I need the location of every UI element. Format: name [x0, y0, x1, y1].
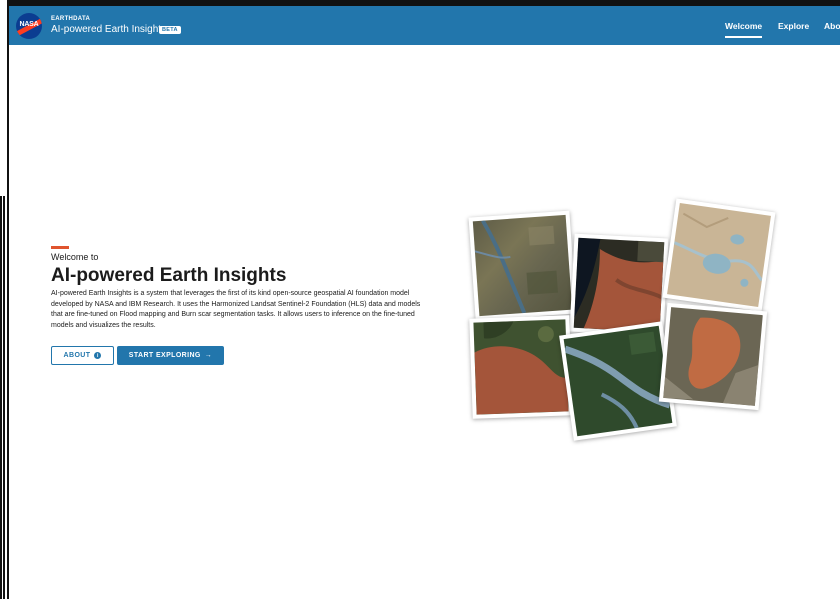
nav-welcome[interactable]: Welcome	[725, 21, 763, 38]
about-button-label: ABOUT	[63, 352, 91, 359]
nav-explore[interactable]: Explore	[778, 21, 809, 31]
beta-badge: BETA	[159, 26, 181, 34]
arrow-right-icon: →	[204, 352, 213, 359]
start-exploring-button[interactable]: START EXPLORING →	[117, 346, 224, 365]
app-title[interactable]: AI-powered Earth Insights	[51, 24, 166, 35]
hero-description: AI-powered Earth Insights is a system th…	[51, 290, 421, 329]
window-frame-edge	[0, 196, 2, 599]
info-icon: i	[94, 352, 102, 359]
brand-earthdata[interactable]: EARTHDATA	[51, 16, 90, 22]
nasa-logo-text: NASA	[19, 21, 39, 28]
about-button[interactable]: ABOUT i	[51, 346, 114, 365]
start-exploring-label: START EXPLORING	[128, 352, 201, 359]
hero-title: AI-powered Earth Insights	[51, 265, 287, 286]
satellite-image-burn-coast	[569, 233, 669, 337]
satellite-image-flood-map	[662, 198, 776, 312]
satellite-image-river-valley	[468, 210, 577, 321]
satellite-image-river-forest	[559, 321, 677, 441]
nav-about[interactable]: Abo	[824, 21, 840, 31]
window-frame-edge-inner	[3, 196, 5, 599]
accent-bar	[51, 246, 69, 249]
top-navigation-bar: NASA EARTHDATA AI-powered Earth Insights…	[9, 6, 840, 45]
hero-kicker: Welcome to	[51, 252, 99, 262]
nasa-logo-icon[interactable]: NASA	[16, 13, 42, 39]
satellite-image-burn-mountain	[658, 302, 768, 411]
satellite-image-burn-forest	[469, 315, 573, 419]
